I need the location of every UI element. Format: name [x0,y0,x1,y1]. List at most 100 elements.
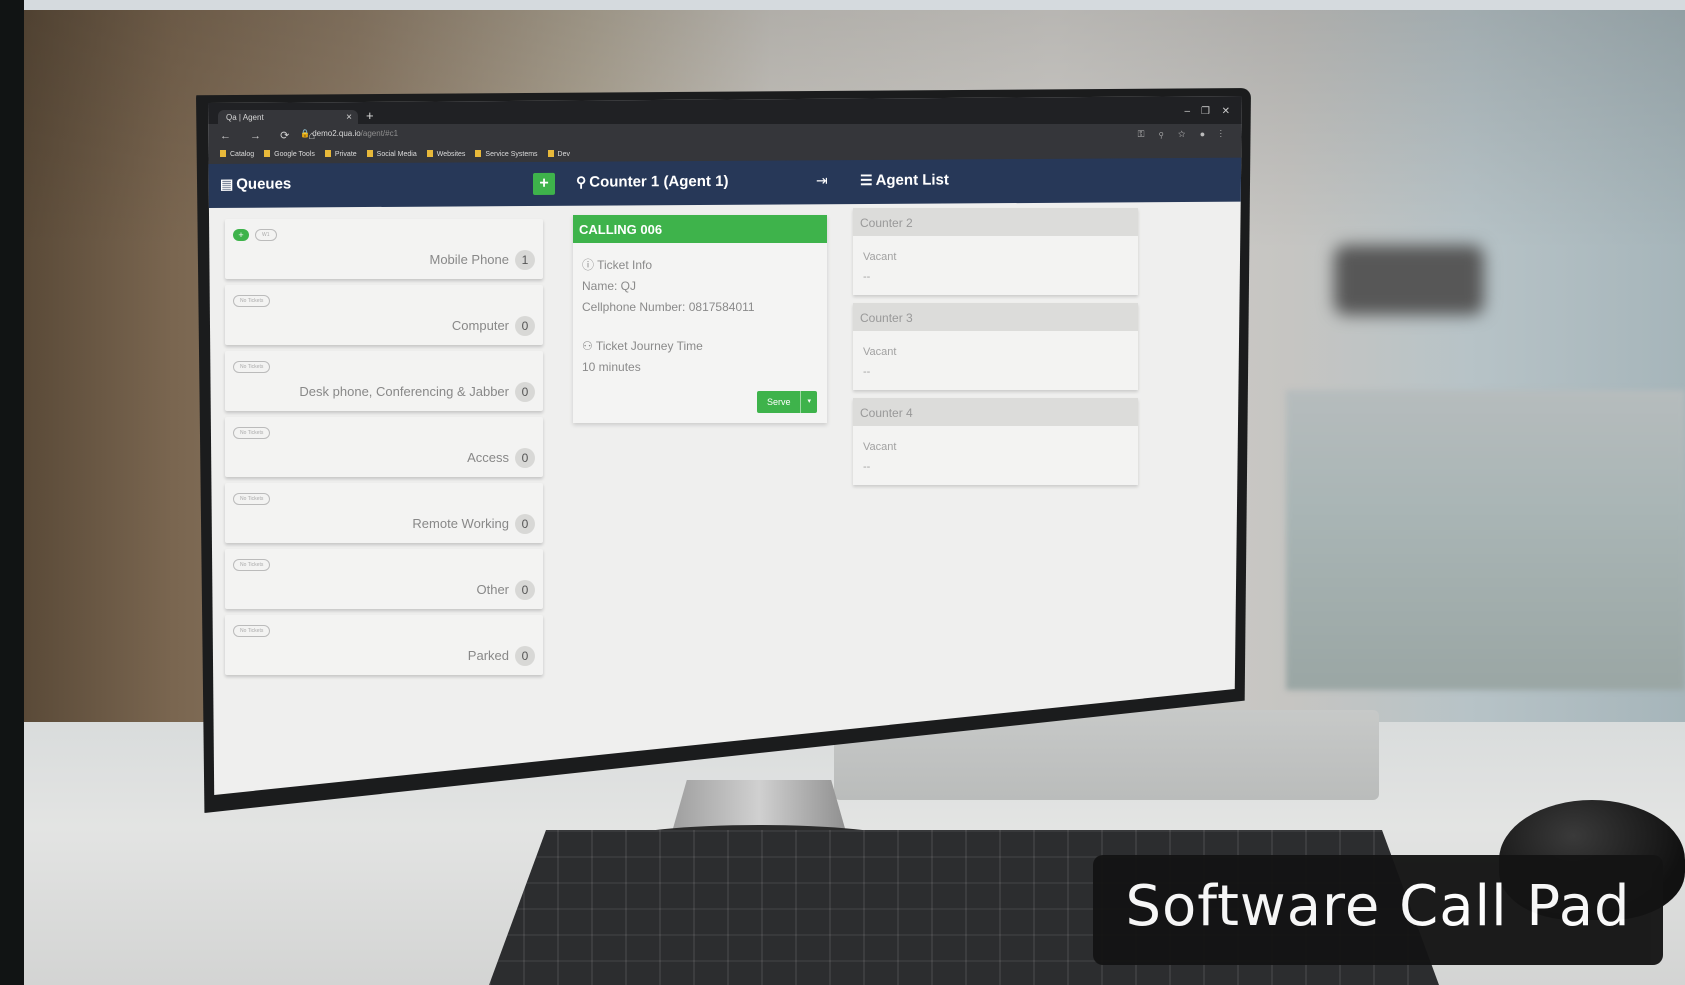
counter-title: ⚲ Counter 1 (Agent 1) [576,173,728,191]
bookmark-item[interactable]: Service Systems [475,150,537,160]
wall-sign [1334,245,1484,315]
agent-card: Counter 4 Vacant -- [853,398,1138,485]
queue-ticket-pill: No Tickets [233,361,271,373]
bookmark-item[interactable]: Google Tools [264,150,315,160]
queue-card[interactable]: + W1 Mobile Phone 1 [225,219,543,279]
url-host: demo2.qua.io [312,129,361,138]
journey-time-label: ⚇ Ticket Journey Time [582,336,818,357]
calling-header: CALLING 006 [573,215,827,243]
agent-card: Counter 3 Vacant -- [853,303,1138,390]
queue-ticket-pill[interactable]: W1 [255,229,277,241]
chevron-down-icon[interactable]: ▾ [800,391,817,413]
queue-card[interactable]: No Tickets Access 0 [225,417,543,477]
logout-icon[interactable]: ⇥ [816,172,828,189]
minimize-icon[interactable]: – [1184,106,1190,117]
agent-status: Vacant [863,346,897,358]
journey-label-text: Ticket Journey Time [595,339,703,353]
ticket-details: ⓘ Ticket Info Name: QJ Cellphone Number:… [573,243,827,390]
tab-title: Qa | Agent [226,113,264,122]
address-bar: ← → ⟳ ⌂ 🔒 demo2.qua.io/agent/#c1 ⚿ ⚲ ☆ ●… [208,124,1242,146]
agent-card-body: Vacant -- [853,426,1138,485]
agent-card-body: Vacant -- [853,236,1138,295]
queue-count-badge: 0 [515,316,535,336]
caption-text: Software Call Pad [1125,874,1631,939]
queue-count-badge: 0 [515,646,535,666]
ticket-info-text: Ticket Info [597,258,653,272]
queue-ticket-pill: No Tickets [233,427,271,439]
ticket-cellphone: Cellphone Number: 0817584011 [582,300,755,314]
close-icon[interactable]: × [346,112,352,123]
agent-status: Vacant [863,441,897,453]
app-navbar: ▤ Queues + ⚲ Counter 1 (Agent 1) ⇥ ☰ Agent … [208,157,1242,208]
agent-counter-name: Counter 4 [853,398,1138,426]
queue-card[interactable]: No Tickets Desk phone, Conferencing & Ja… [225,351,543,411]
agent-card-body: Vacant -- [853,331,1138,390]
queue-ticket-pill: No Tickets [233,295,271,307]
new-tab-icon[interactable]: + [366,108,374,123]
caption-box: Software Call Pad [1093,855,1663,965]
info-icon: ⓘ [582,258,598,272]
queue-card[interactable]: No Tickets Other 0 [225,549,543,609]
add-queue-button[interactable]: + [533,172,555,196]
top-edge-strip [24,0,1685,10]
agent-counter-name: Counter 2 [853,208,1138,236]
url-field[interactable]: 🔒 demo2.qua.io/agent/#c1 [300,129,398,138]
queue-card[interactable]: No Tickets Remote Working 0 [225,483,543,543]
serve-label: Serve [766,397,791,407]
queue-count-badge: 0 [515,448,535,468]
agent-counter-name: Counter 3 [853,303,1138,331]
queue-card[interactable]: No Tickets Computer 0 [225,285,543,345]
queues-title-text: Queues [236,175,292,193]
agent-card: Counter 2 Vacant -- [853,208,1138,295]
agent-list: Counter 2 Vacant -- Counter 3 Vacant -- … [853,208,1138,493]
queue-name: Parked [467,648,509,663]
url-path: /agent/#c1 [360,129,399,138]
ticket-info-label: ⓘ Ticket Info [582,255,818,276]
monitor-screen: Qa | Agent × + – ❐ ✕ ← → ⟳ ⌂ 🔒 demo2.qua… [208,96,1242,795]
queue-card[interactable]: No Tickets Parked 0 [225,615,543,675]
bookmark-item[interactable]: Websites [427,150,466,160]
agent-detail: -- [863,461,871,473]
plus-icon[interactable]: + [233,229,249,241]
calling-panel: CALLING 006 ⓘ Ticket Info Name: QJ Cellp… [573,215,827,423]
extension-icons[interactable]: ⚿ ⚲ ☆ ● ⋮ [1138,129,1228,140]
counter-title-text: Counter 1 (Agent 1) [589,172,729,191]
queues-title: ▤ Queues [220,175,291,192]
agent-detail: -- [863,271,871,283]
bookmark-item[interactable]: Social Media [367,150,417,160]
queue-count-badge: 1 [515,250,535,270]
queue-count-badge: 0 [515,382,535,402]
user-clock-icon: ⚇ [582,339,596,353]
journey-time-value: 10 minutes [582,360,641,374]
ticket-name: Name: QJ [582,279,637,293]
background-shelf [1286,390,1685,690]
agent-list-title-text: Agent List [875,171,949,189]
queue-count-badge: 0 [515,514,535,534]
agent-status: Vacant [863,251,897,263]
bookmark-item[interactable]: Dev [548,150,570,160]
window-close-icon[interactable]: ✕ [1222,106,1230,117]
queue-name: Other [476,582,509,597]
queue-name: Desk phone, Conferencing & Jabber [299,384,509,399]
list-icon: ☰ [860,171,873,189]
queue-count-badge: 0 [515,580,535,600]
lock-icon: 🔒 [300,129,313,138]
queue-name: Mobile Phone [429,252,510,267]
left-edge-strip [0,0,24,985]
restore-icon[interactable]: ❐ [1201,106,1210,117]
bookmark-item[interactable]: Catalog [220,150,254,160]
queue-ticket-pill: No Tickets [233,625,271,637]
serve-button[interactable]: Serve ▾ [756,391,817,413]
queue-name: Computer [451,318,509,333]
queue-ticket-pill: No Tickets [233,559,271,571]
queue-ticket-pill: No Tickets [233,493,271,505]
queue-name: Access [467,450,509,465]
queue-list-icon: ▤ [220,175,234,192]
bookmark-item[interactable]: Private [325,150,357,160]
map-marker-icon: ⚲ [576,173,587,190]
agent-list-title: ☰ Agent List [860,171,949,189]
agent-detail: -- [863,366,871,378]
queue-name: Remote Working [412,516,509,531]
queue-list: + W1 Mobile Phone 1 No Tickets Computer … [225,219,543,681]
